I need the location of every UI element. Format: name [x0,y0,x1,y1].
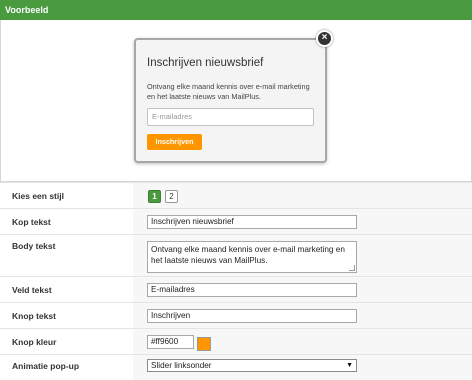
veld-tekst-row: Veld tekst E-mailadres [0,276,472,302]
knop-kleur-input[interactable]: #ff9600 [147,335,194,349]
preview-header: Voorbeeld [0,0,472,20]
resize-handle-icon[interactable] [349,265,355,271]
knop-tekst-value: Inschrijven [133,303,472,328]
knop-kleur-row: Knop kleur #ff9600 [0,328,472,354]
body-tekst-label: Body tekst [0,235,133,276]
veld-tekst-label: Veld tekst [0,277,133,302]
close-icon[interactable]: × [316,30,333,47]
animatie-value: Slider linksonder ▼ [133,355,472,380]
style-label: Kies een stijl [0,183,133,208]
kop-tekst-value: Inschrijven nieuwsbrief [133,209,472,234]
knop-tekst-input[interactable]: Inschrijven [147,309,357,323]
body-tekst-value: Ontvang elke maand kennis over e-mail ma… [133,235,472,276]
animatie-row: Animatie pop-up Slider linksonder ▼ [0,354,472,380]
veld-tekst-input[interactable]: E-mailadres [147,283,357,297]
knop-kleur-label: Knop kleur [0,329,133,354]
veld-tekst-value: E-mailadres [133,277,472,302]
knop-kleur-value: #ff9600 [133,329,472,354]
popup-title: Inschrijven nieuwsbrief [147,57,264,69]
style-option-1[interactable]: 1 [148,190,161,203]
kop-tekst-label: Kop tekst [0,209,133,234]
popup-body: Ontvang elke maand kennis over e-mail ma… [147,82,310,101]
popup-email-input[interactable]: E-mailadres [147,108,314,126]
style-value: 1 2 [133,183,472,208]
knop-tekst-row: Knop tekst Inschrijven [0,302,472,328]
color-swatch[interactable] [197,337,211,351]
newsletter-popup: Inschrijven nieuwsbrief Ontvang elke maa… [134,38,327,163]
kop-tekst-row: Kop tekst Inschrijven nieuwsbrief [0,208,472,234]
dropdown-arrow-icon: ▼ [346,362,353,369]
body-tekst-row: Body tekst Ontvang elke maand kennis ove… [0,234,472,276]
body-tekst-text: Ontvang elke maand kennis over e-mail ma… [151,245,345,265]
body-tekst-textarea[interactable]: Ontvang elke maand kennis over e-mail ma… [147,241,357,273]
style-option-2[interactable]: 2 [165,190,178,203]
style-row: Kies een stijl 1 2 [0,182,472,208]
animatie-label: Animatie pop-up [0,355,133,380]
kop-tekst-input[interactable]: Inschrijven nieuwsbrief [147,215,357,229]
knop-tekst-label: Knop tekst [0,303,133,328]
popup-subscribe-button[interactable]: Inschrijven [147,134,202,150]
animatie-selected: Slider linksonder [151,361,212,370]
animatie-select[interactable]: Slider linksonder ▼ [147,359,357,372]
